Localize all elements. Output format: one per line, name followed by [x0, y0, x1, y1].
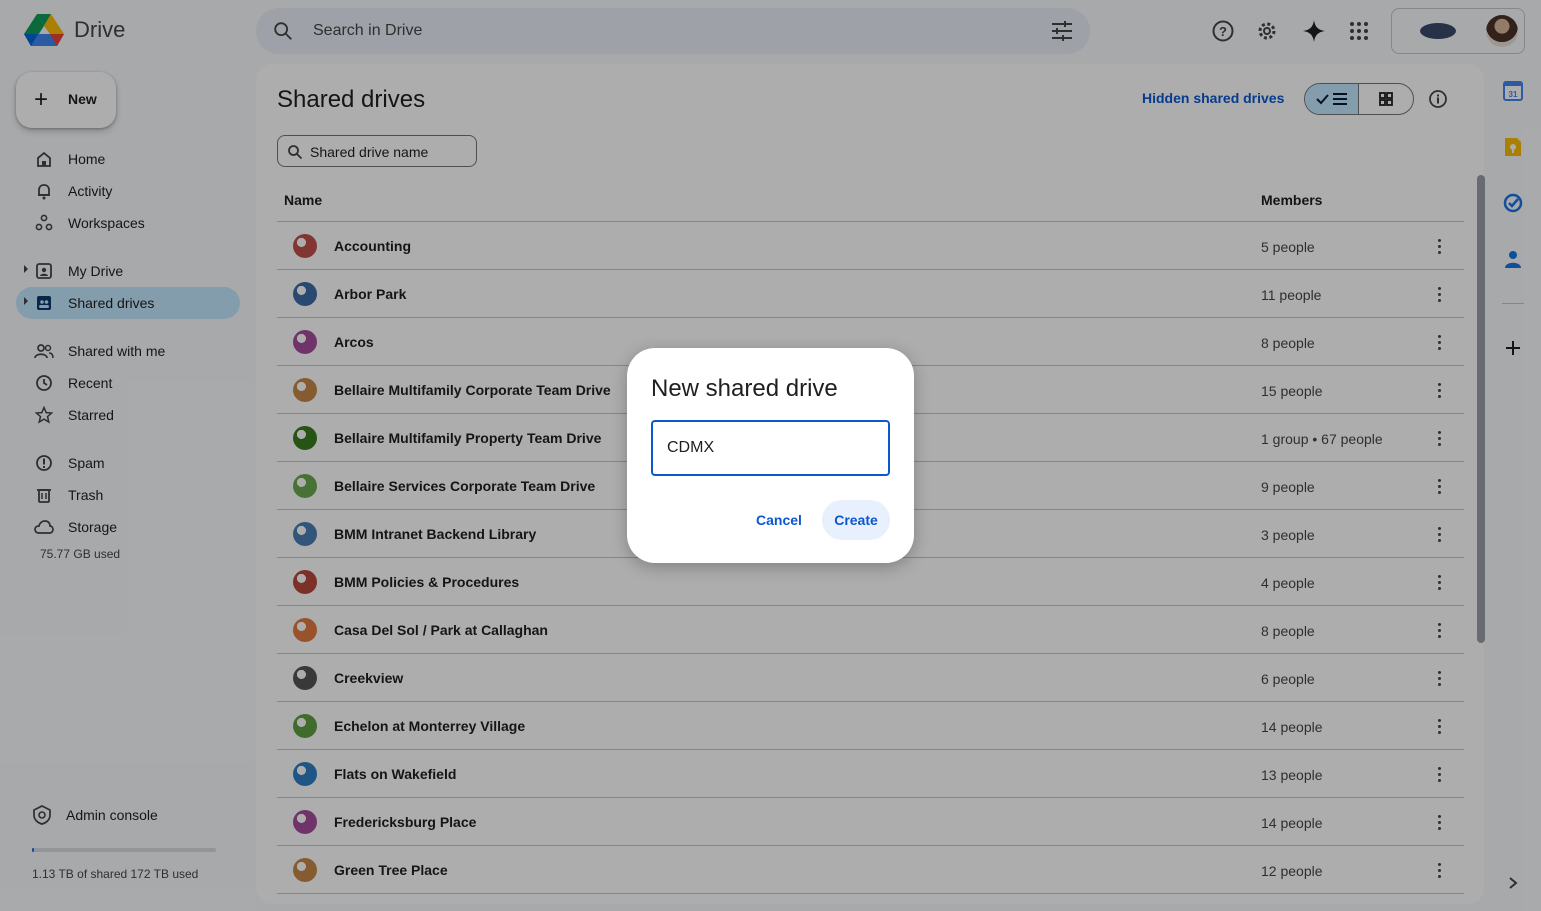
shared-drive-name-input[interactable]	[651, 420, 890, 476]
dialog-title: New shared drive	[651, 375, 838, 402]
cancel-button[interactable]: Cancel	[745, 500, 813, 540]
create-button[interactable]: Create	[822, 500, 890, 540]
new-shared-drive-dialog: New shared drive Cancel Create	[627, 348, 914, 563]
